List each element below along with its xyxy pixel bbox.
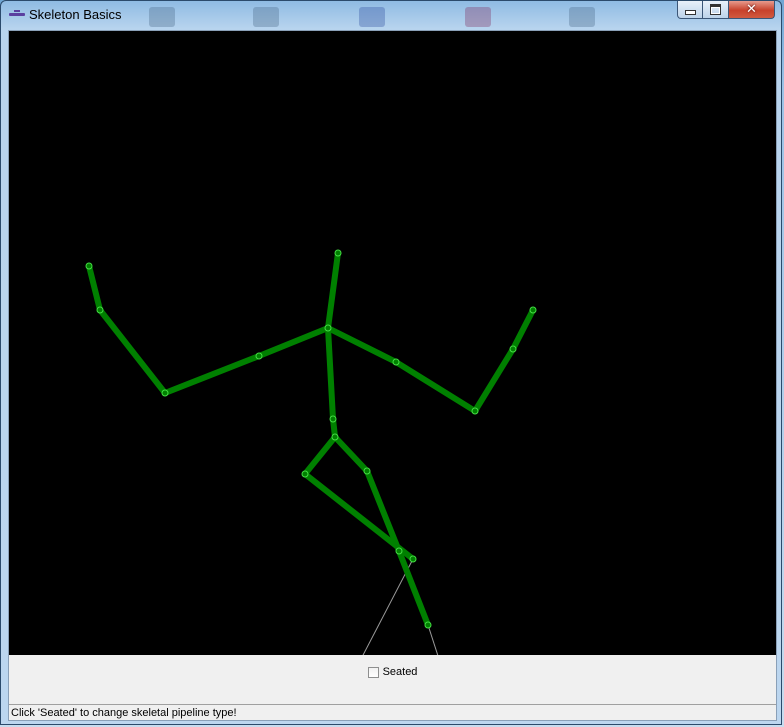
bone-wrist_l-hand_l (86, 263, 103, 313)
bone-elbow_r-wrist_r (472, 346, 516, 414)
bone-elbow_l-wrist_l (97, 307, 168, 396)
skeleton-drawing (85, 249, 537, 655)
bone-hip_c-hip_l (302, 434, 338, 477)
window-controls: ✕ (677, 1, 775, 21)
status-text: Click 'Seated' to change skeletal pipeli… (11, 707, 237, 719)
title-bar[interactable]: Skeleton Basics ✕ (1, 1, 781, 29)
close-button[interactable]: ✕ (729, 1, 775, 19)
app-icon (9, 10, 25, 20)
skeleton-canvas (9, 31, 776, 655)
taskbar-thumbnail-icon (253, 7, 279, 27)
bone-wrist_r-hand_r (510, 307, 536, 352)
close-icon: ✕ (746, 2, 757, 17)
bone-shoulder_c-spine (325, 325, 336, 422)
taskbar-thumbnail-icon (465, 7, 491, 27)
seated-checkbox[interactable] (367, 666, 379, 678)
bone-hip_c-hip_r (332, 434, 370, 474)
minimize-button[interactable] (677, 1, 703, 19)
inferred-bone (427, 624, 439, 655)
taskbar-thumbnail-icon (569, 7, 595, 27)
seated-row: Seated (9, 657, 776, 687)
maximize-button[interactable] (703, 1, 729, 19)
taskbar-thumbnail-icon (149, 7, 175, 27)
maximize-icon (710, 4, 721, 15)
bone-head-shoulder_c (325, 250, 341, 331)
taskbar-thumbnail-icon (359, 7, 385, 27)
bone-shoulder_c-shoulder_l (256, 325, 331, 359)
seated-label[interactable]: Seated (383, 666, 418, 678)
bone-shoulder_l-elbow_l (162, 353, 262, 396)
status-bar: Click 'Seated' to change skeletal pipeli… (9, 704, 776, 720)
bone-shoulder_c-shoulder_r (325, 325, 399, 365)
minimize-icon (684, 10, 696, 15)
client-area: Seated Click 'Seated' to change skeletal… (8, 30, 777, 721)
app-window: Skeleton Basics ✕ Seated Click 'Seated' (0, 0, 782, 725)
window-title: Skeleton Basics (29, 7, 122, 22)
bone-shoulder_r-elbow_r (393, 359, 478, 414)
